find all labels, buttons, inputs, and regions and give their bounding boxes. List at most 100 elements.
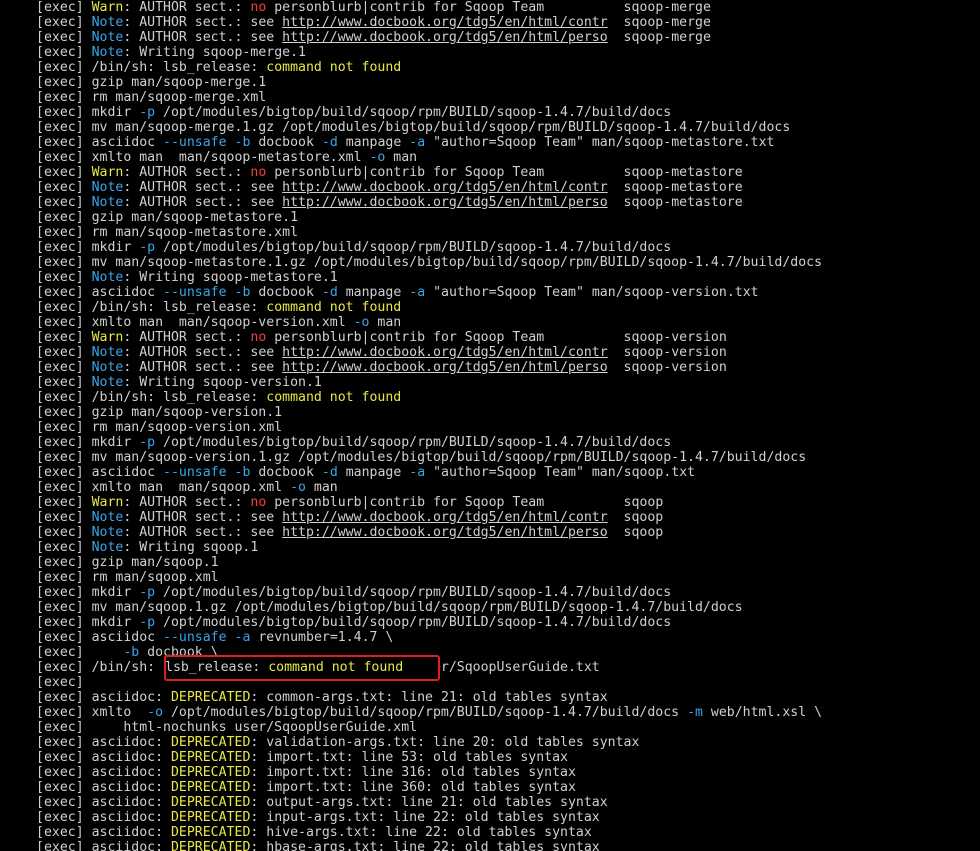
terminal-line: [exec] /bin/sh: lsb_release: command not… (36, 300, 822, 315)
terminal-text: docbook \ (139, 645, 219, 660)
terminal-text: command not found (266, 60, 402, 75)
terminal-text: /opt/modules/bigtop/build/sqoop/rpm/BUIL… (155, 585, 672, 600)
terminal-text: no (250, 330, 267, 345)
highlight-text-segment: lsb_release: (165, 660, 269, 675)
terminal-text: : AUTHOR sect.: (123, 495, 251, 510)
terminal-text: [exec] gzip man/sqoop-metastore.1 (36, 210, 299, 225)
terminal-line: [exec] Note: Writing sqoop-version.1 (36, 375, 822, 390)
terminal-text: Note (91, 510, 124, 525)
terminal-text: : AUTHOR sect.: see (123, 30, 283, 45)
terminal-text: Warn (91, 330, 124, 345)
terminal-text: --unsafe (163, 465, 227, 480)
docbook-link[interactable]: http://www.docbook.org/tdg5/en/html/pers… (282, 360, 608, 375)
terminal-text: sqoop (607, 525, 664, 540)
docbook-link[interactable]: http://www.docbook.org/tdg5/en/html/cont… (282, 345, 608, 360)
terminal-text: [exec] asciidoc (36, 285, 164, 300)
terminal-line: [exec] Note: AUTHOR sect.: see http://ww… (36, 15, 822, 30)
terminal-text: /opt/modules/bigtop/build/sqoop/rpm/BUIL… (155, 105, 672, 120)
terminal-text: DEPRECATED (170, 840, 251, 851)
terminal-text: [exec] xmlto man man/sqoop.xml (36, 480, 291, 495)
terminal-text: -a (409, 465, 426, 480)
terminal-line: [exec] xmlto -o /opt/modules/bigtop/buil… (36, 705, 822, 720)
terminal-text: : Writing sqoop-merge.1 (123, 45, 306, 60)
terminal-line: [exec] rm man/sqoop-version.xml (36, 420, 822, 435)
terminal-window[interactable]: [exec] Warn: AUTHOR sect.: no personblur… (0, 0, 980, 851)
terminal-text: web/html.xsl \ (702, 705, 823, 720)
docbook-link[interactable]: http://www.docbook.org/tdg5/en/html/cont… (282, 15, 608, 30)
terminal-text: Warn (91, 495, 124, 510)
docbook-link[interactable]: http://www.docbook.org/tdg5/en/html/pers… (282, 30, 608, 45)
docbook-link[interactable]: http://www.docbook.org/tdg5/en/html/pers… (282, 195, 608, 210)
terminal-text: [exec] html-nochunks user/SqoopUserGuide… (36, 720, 418, 735)
terminal-text: -o (369, 150, 386, 165)
terminal-text: : AUTHOR sect.: see (123, 525, 283, 540)
terminal-line: [exec] asciidoc: DEPRECATED: hive-args.t… (36, 825, 822, 840)
terminal-text: [exec] (36, 345, 92, 360)
terminal-text: [exec] (36, 45, 92, 60)
terminal-text: Note (91, 525, 124, 540)
terminal-text: : import.txt: line 360: old tables synta… (250, 780, 576, 795)
terminal-text: [exec] asciidoc: (36, 780, 171, 795)
terminal-text: -b (234, 285, 251, 300)
terminal-text: [exec] (36, 180, 92, 195)
terminal-line: [exec] rm man/sqoop.xml (36, 570, 822, 585)
terminal-text: [exec] (36, 30, 92, 45)
terminal-line: [exec] Note: Writing sqoop.1 (36, 540, 822, 555)
terminal-line: [exec] asciidoc: DEPRECATED: input-args.… (36, 810, 822, 825)
terminal-line: [exec] mkdir -p /opt/modules/bigtop/buil… (36, 105, 822, 120)
terminal-text: : hbase-args.txt: line 22: old tables sy… (250, 840, 600, 851)
terminal-text: Note (91, 30, 124, 45)
terminal-line: [exec] Note: Writing sqoop-metastore.1 (36, 270, 822, 285)
terminal-text: -m (687, 705, 703, 720)
terminal-text: DEPRECATED (170, 735, 251, 750)
terminal-line: [exec] /bin/sh: lsb_release: command not… (36, 390, 822, 405)
terminal-text: docbook (250, 465, 322, 480)
terminal-text: DEPRECATED (170, 690, 251, 705)
terminal-text: [exec] (36, 15, 92, 30)
docbook-link[interactable]: http://www.docbook.org/tdg5/en/html/cont… (282, 510, 608, 525)
terminal-text: [exec] /bin/sh: lsb_release: (36, 300, 267, 315)
terminal-text: man (385, 150, 418, 165)
terminal-line: [exec] Warn: AUTHOR sect.: no personblur… (36, 495, 822, 510)
terminal-line: [exec] gzip man/sqoop.1 (36, 555, 822, 570)
terminal-text: -o (147, 705, 164, 720)
terminal-text: -p (139, 585, 156, 600)
terminal-text: [exec] asciidoc: (36, 795, 171, 810)
terminal-text: sqoop-merge (607, 15, 711, 30)
terminal-text: personblurb|contrib for Sqoop Team sqoop… (266, 330, 727, 345)
terminal-text: [exec] mv man/sqoop-version.1.gz /opt/mo… (36, 450, 807, 465)
terminal-line: [exec] asciidoc --unsafe -b docbook -d m… (36, 135, 822, 150)
terminal-line: [exec] mkdir -p /opt/modules/bigtop/buil… (36, 585, 822, 600)
terminal-text: [exec] (36, 0, 92, 15)
terminal-text: -a (409, 285, 426, 300)
terminal-text: [exec] (36, 675, 84, 690)
terminal-line: [exec] Note: AUTHOR sect.: see http://ww… (36, 360, 822, 375)
terminal-text: manpage (337, 135, 410, 150)
terminal-line: [exec] asciidoc: DEPRECATED: common-args… (36, 690, 822, 705)
terminal-text: -d (321, 285, 338, 300)
terminal-line: [exec] html-nochunks user/SqoopUserGuide… (36, 720, 822, 735)
docbook-link[interactable]: http://www.docbook.org/tdg5/en/html/pers… (282, 525, 608, 540)
terminal-text: -b (234, 135, 251, 150)
terminal-text: DEPRECATED (170, 780, 251, 795)
terminal-text: [exec] asciidoc: (36, 810, 171, 825)
terminal-text: -o (290, 480, 306, 495)
terminal-text: Note (91, 180, 124, 195)
terminal-text: : common-args.txt: line 21: old tables s… (250, 690, 608, 705)
terminal-text: revnumber=1.4.7 \ (250, 630, 394, 645)
docbook-link[interactable]: http://www.docbook.org/tdg5/en/html/cont… (282, 180, 608, 195)
terminal-text: manpage (337, 465, 410, 480)
terminal-text: [exec] (36, 360, 92, 375)
terminal-line: [exec] /bin/sh: user/SqoopUserGuide.txt (36, 660, 822, 675)
terminal-text: : validation-args.txt: line 20: old tabl… (250, 735, 640, 750)
terminal-text: : AUTHOR sect.: see (123, 180, 283, 195)
terminal-text: sqoop-metastore (607, 180, 743, 195)
terminal-line: [exec] Warn: AUTHOR sect.: no personblur… (36, 165, 822, 180)
terminal-text: : Writing sqoop-metastore.1 (123, 270, 338, 285)
terminal-line: [exec] xmlto man man/sqoop.xml -o man (36, 480, 822, 495)
terminal-text: /opt/modules/bigtop/build/sqoop/rpm/BUIL… (155, 240, 672, 255)
terminal-line: [exec] gzip man/sqoop-merge.1 (36, 75, 822, 90)
terminal-text: [exec] gzip man/sqoop.1 (36, 555, 219, 570)
